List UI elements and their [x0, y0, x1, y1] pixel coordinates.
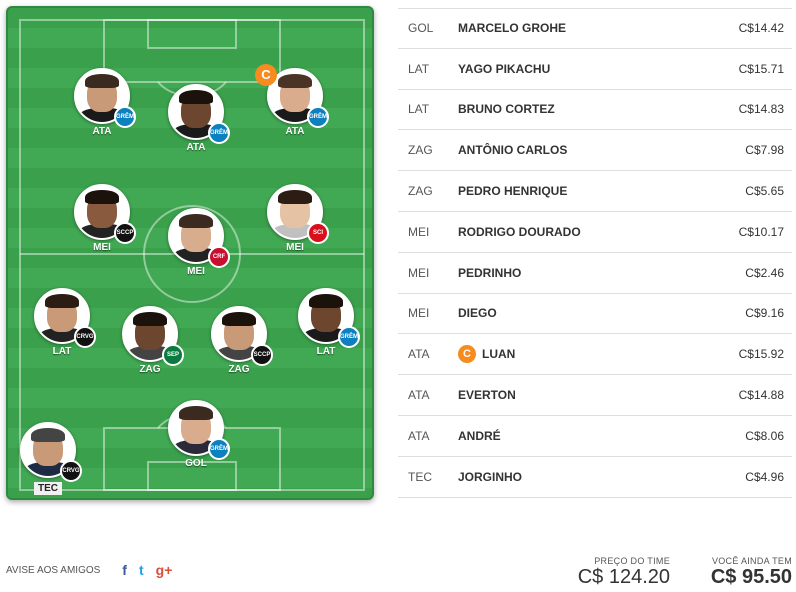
- lineup-player-gol[interactable]: GRÊMIOGOL: [166, 400, 230, 469]
- captain-icon: C: [458, 345, 476, 364]
- player-row[interactable]: ATA EVERTON C$14.88: [398, 375, 792, 416]
- lineup-player-ata2[interactable]: GRÊMIOATA: [166, 84, 230, 153]
- club-badge-icon: CRVG: [74, 326, 96, 348]
- share-label: AVISE AOS AMIGOS: [6, 564, 101, 576]
- club-badge-icon: GRÊMIO: [208, 122, 230, 144]
- row-player-name: ANTÔNIO CARLOS: [458, 143, 568, 158]
- row-position: ATA: [408, 428, 430, 443]
- row-price: C$14.88: [738, 388, 784, 403]
- row-position: ZAG: [408, 184, 433, 199]
- row-name-cell: ANDRÉ: [458, 429, 712, 443]
- player-row[interactable]: MEI RODRIGO DOURADO C$10.17: [398, 212, 792, 253]
- row-price: C$2.46: [745, 265, 784, 280]
- lineup-player-tec[interactable]: CRVG TEC: [18, 422, 82, 496]
- row-player-name: DIEGO: [458, 306, 497, 321]
- player-row[interactable]: LAT YAGO PIKACHU C$15.71: [398, 49, 792, 90]
- remaining-value: C$ 95.50: [710, 566, 792, 588]
- row-position: ATA: [408, 347, 430, 362]
- row-price: C$4.96: [745, 469, 784, 484]
- row-price: C$14.42: [738, 21, 784, 36]
- lineup-player-mei3[interactable]: SCI MEI: [265, 184, 329, 253]
- row-name-cell: MARCELO GROHE: [458, 21, 712, 35]
- row-price: C$5.65: [745, 184, 784, 199]
- club-badge-icon: GRÊMIO: [338, 326, 360, 348]
- row-name-cell: DIEGO: [458, 306, 712, 320]
- row-player-name: JORGINHO: [458, 469, 523, 484]
- row-price: C$7.98: [745, 143, 784, 158]
- row-player-name: RODRIGO DOURADO: [458, 224, 581, 239]
- club-badge-icon: SCCP: [251, 344, 273, 366]
- player-row[interactable]: ZAG PEDRO HENRIQUE C$5.65: [398, 171, 792, 212]
- row-position: TEC: [408, 469, 432, 484]
- team-price-value: C$ 124.20: [577, 566, 670, 588]
- twitter-icon[interactable]: t: [139, 562, 144, 578]
- lineup-player-mei1[interactable]: SCCP MEI: [72, 184, 136, 253]
- player-row[interactable]: GOL MARCELO GROHE C$14.42: [398, 8, 792, 49]
- player-position: TEC: [34, 482, 62, 495]
- lineup-player-ata3[interactable]: GRÊMIOCATA: [255, 64, 329, 137]
- row-position: LAT: [408, 61, 430, 76]
- remaining-block: VOCÊ AINDA TEM C$ 95.50: [690, 556, 792, 589]
- player-row[interactable]: MEI PEDRINHO C$2.46: [398, 253, 792, 294]
- row-player-name: PEDRO HENRIQUE: [458, 184, 568, 199]
- row-player-name: ANDRÉ: [458, 428, 501, 443]
- row-name-cell: RODRIGO DOURADO: [458, 225, 712, 239]
- row-price: C$8.06: [745, 428, 784, 443]
- row-price: C$15.71: [738, 61, 784, 76]
- row-position: ATA: [408, 388, 430, 403]
- lineup-player-mei2[interactable]: CRF MEI: [166, 208, 230, 277]
- lineup-player-lat2[interactable]: GRÊMIOLAT: [296, 288, 360, 357]
- club-badge-icon: CRF: [208, 246, 230, 268]
- captain-icon: C: [255, 64, 277, 86]
- lineup-player-lat1[interactable]: CRVG LAT: [32, 288, 96, 357]
- row-name-cell: BRUNO CORTEZ: [458, 102, 712, 116]
- row-player-name: BRUNO CORTEZ: [458, 102, 555, 117]
- row-player-name: YAGO PIKACHU: [458, 61, 551, 76]
- row-price: C$10.17: [738, 224, 784, 239]
- row-name-cell: C LUAN: [458, 345, 712, 364]
- row-player-name: LUAN: [482, 347, 516, 362]
- row-position: MEI: [408, 224, 430, 239]
- row-price: C$9.16: [745, 306, 784, 321]
- share-bar: AVISE AOS AMIGOS f t g+: [6, 562, 172, 578]
- player-row[interactable]: ATA C LUAN C$15.92: [398, 334, 792, 376]
- club-badge-icon: SEP: [162, 344, 184, 366]
- club-badge-icon: GRÊMIO: [307, 106, 329, 128]
- club-badge-icon: CRVG: [60, 460, 82, 482]
- player-row[interactable]: MEI DIEGO C$9.16: [398, 294, 792, 335]
- row-position: GOL: [408, 21, 434, 36]
- row-name-cell: PEDRO HENRIQUE: [458, 184, 712, 198]
- row-position: LAT: [408, 102, 430, 117]
- lineup-player-ata1[interactable]: GRÊMIOATA: [72, 68, 136, 137]
- row-player-name: PEDRINHO: [458, 265, 522, 280]
- row-player-name: EVERTON: [458, 388, 516, 403]
- team-price-block: PREÇO DO TIME C$ 124.20: [560, 556, 670, 589]
- row-price: C$14.83: [738, 102, 784, 117]
- player-list: GOL MARCELO GROHE C$14.42 LAT YAGO PIKACHU C$…: [398, 8, 792, 498]
- row-name-cell: PEDRINHO: [458, 266, 712, 280]
- remaining-label: VOCÊ AINDA TEM: [711, 556, 792, 566]
- club-badge-icon: SCCP: [114, 222, 136, 244]
- row-name-cell: JORGINHO: [458, 470, 712, 484]
- club-badge-icon: SCI: [307, 222, 329, 244]
- club-badge-icon: GRÊMIO: [208, 438, 230, 460]
- player-row[interactable]: TEC JORGINHO C$4.96: [398, 457, 792, 498]
- row-position: MEI: [408, 265, 430, 280]
- row-position: MEI: [408, 306, 430, 321]
- row-name-cell: YAGO PIKACHU: [458, 62, 712, 76]
- row-player-name: MARCELO GROHE: [458, 21, 566, 36]
- player-row[interactable]: LAT BRUNO CORTEZ C$14.83: [398, 90, 792, 131]
- player-row[interactable]: ZAG ANTÔNIO CARLOS C$7.98: [398, 130, 792, 172]
- lineup-player-zag1[interactable]: SEP ZAG: [120, 306, 184, 375]
- row-name-cell: ANTÔNIO CARLOS: [458, 143, 712, 157]
- row-price: C$15.92: [738, 347, 784, 362]
- row-name-cell: EVERTON: [458, 388, 712, 402]
- facebook-icon[interactable]: f: [122, 562, 127, 578]
- player-row[interactable]: ATA ANDRÉ C$8.06: [398, 416, 792, 457]
- team-price-label: PREÇO DO TIME: [594, 556, 670, 566]
- lineup-player-zag2[interactable]: SCCP ZAG: [209, 306, 273, 375]
- row-position: ZAG: [408, 143, 433, 158]
- club-badge-icon: GRÊMIO: [114, 106, 136, 128]
- google-plus-icon[interactable]: g+: [156, 562, 173, 578]
